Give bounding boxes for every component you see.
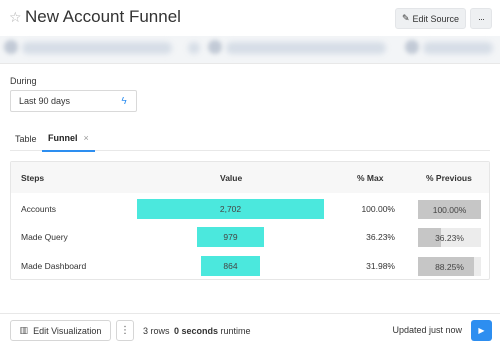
percent-previous-value: 36.23% <box>435 232 464 243</box>
column-header-previous: % Previous <box>426 173 472 183</box>
visualization-tabs: Table Funnel × <box>10 126 490 152</box>
blurred-avatar <box>405 40 419 54</box>
percent-previous-bar: 36.23% <box>418 228 481 247</box>
edit-icon: ✎ <box>401 13 410 23</box>
funnel-bar: 979 <box>196 227 265 247</box>
percent-previous-bar: 88.25% <box>418 257 481 276</box>
lightning-icon[interactable]: ϟ <box>119 96 129 107</box>
page-header: ☆ New Account Funnel ✎ Edit Source ··· <box>0 0 500 36</box>
funnel-bar-value: 979 <box>223 232 238 242</box>
funnel-header: Steps Value % Max % Previous <box>11 162 489 193</box>
chart-icon: ▥ <box>19 325 29 335</box>
percent-previous-value: 100.00% <box>432 204 467 215</box>
during-label: During <box>10 76 37 86</box>
percent-previous-value: 88.25% <box>435 261 464 272</box>
more-icon: ··· <box>478 13 485 24</box>
runtime-suffix: runtime <box>218 326 251 336</box>
percent-previous-bar: 100.00% <box>418 200 481 219</box>
close-icon[interactable]: × <box>84 133 89 143</box>
blurred-avatar <box>208 40 222 54</box>
blurred-avatar <box>4 40 18 54</box>
funnel-step-label: Made Dashboard <box>21 261 87 271</box>
date-range-value: Last 90 days <box>19 96 71 106</box>
row-count: 3 rows <box>143 326 170 336</box>
tab-table-label: Table <box>15 133 37 144</box>
percent-of-max: 100.00% <box>361 204 395 214</box>
blurred-parameter <box>22 42 172 54</box>
blurred-parameter <box>423 42 493 54</box>
funnel-panel: Steps Value % Max % Previous Accounts 2,7… <box>10 161 490 280</box>
blurred-parameter <box>188 42 200 54</box>
edit-visualization-label: Edit Visualization <box>33 325 102 336</box>
date-range-select[interactable]: Last 90 days ϟ <box>10 90 137 112</box>
edit-source-label: Edit Source <box>412 13 460 24</box>
runtime-value: 0 seconds <box>174 326 219 336</box>
column-header-max: % Max <box>357 173 384 183</box>
funnel-bar-value: 2,702 <box>219 204 242 214</box>
visualization-menu-button[interactable]: ⋮ <box>116 320 134 341</box>
column-header-value: Value <box>220 173 243 183</box>
edit-source-button[interactable]: ✎ Edit Source <box>395 8 466 29</box>
funnel-step-label: Made Query <box>21 232 68 242</box>
funnel-bar: 2,702 <box>137 199 324 219</box>
more-options-button[interactable]: ··· <box>470 8 492 29</box>
column-header-steps: Steps <box>21 173 45 183</box>
run-button[interactable]: ▶ <box>471 320 492 341</box>
tab-funnel-label: Funnel <box>48 133 78 143</box>
blurred-parameter <box>226 42 386 54</box>
funnel-bar-value: 864 <box>223 261 238 271</box>
tab-funnel[interactable]: Funnel × <box>42 126 95 152</box>
tab-table[interactable]: Table <box>15 126 37 151</box>
funnel-bar: 864 <box>200 256 261 276</box>
star-icon[interactable]: ☆ <box>9 10 23 24</box>
funnel-step-label: Accounts <box>21 204 56 214</box>
kebab-icon: ⋮ <box>120 325 130 336</box>
page-title: New Account Funnel <box>25 7 181 26</box>
runtime: 0 seconds runtime <box>174 326 251 336</box>
updated-status: Updated just now <box>392 325 462 335</box>
edit-visualization-button[interactable]: ▥ Edit Visualization <box>10 320 111 341</box>
percent-of-max: 31.98% <box>366 261 395 271</box>
play-icon: ▶ <box>478 326 485 335</box>
percent-of-max: 36.23% <box>366 232 395 242</box>
